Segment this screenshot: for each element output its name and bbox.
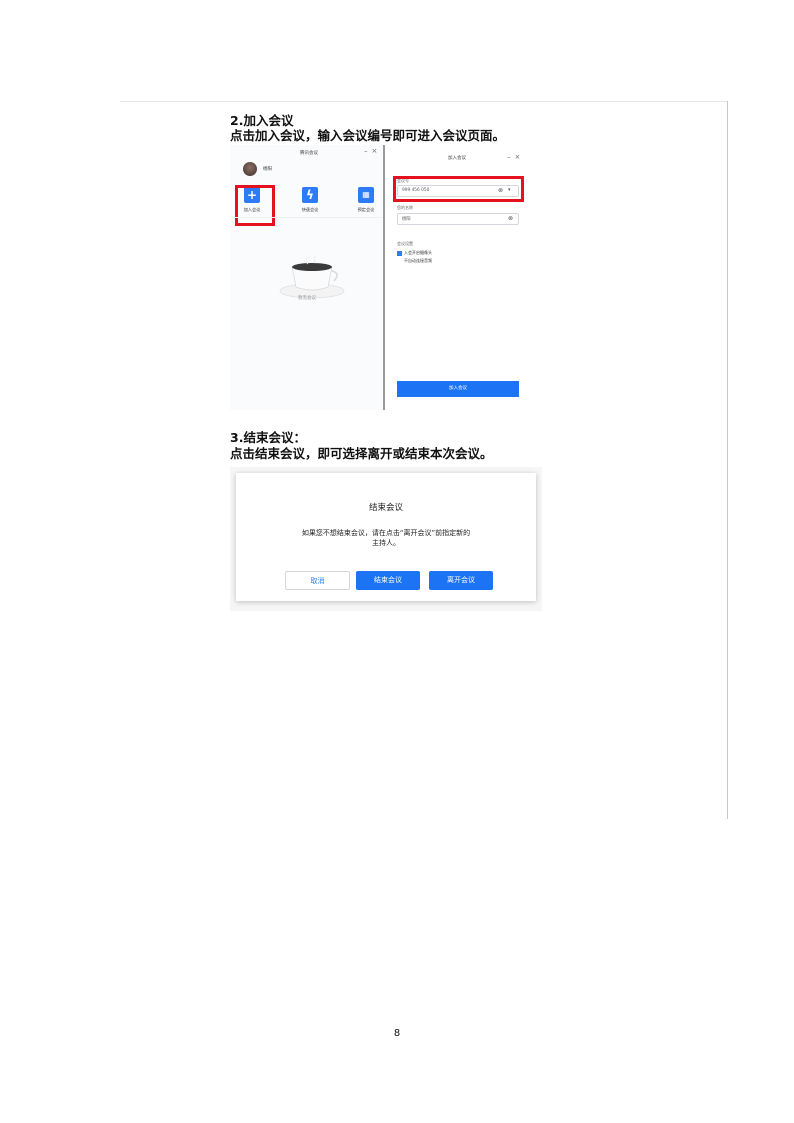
- clear-icon[interactable]: ⊗: [508, 215, 515, 222]
- dialog-title: 结束会议: [368, 503, 403, 513]
- user-name: 杨阳: [263, 167, 272, 172]
- dialog-message: 如果您不想结束会议，请在点击“离开会议”前指定新的 主持人。: [236, 528, 536, 548]
- section3-instruction: 点击结束会议，即可选择离开或结束本次会议。: [230, 446, 493, 461]
- main-window: 腾讯会议 –× 杨阳 + 加入会议 ϟ 快速会议 ▦ 预定会议 暂无会议: [230, 145, 385, 410]
- join-window-controls[interactable]: –×: [507, 153, 524, 161]
- schedule-meeting-action[interactable]: ▦ 预定会议: [354, 187, 378, 213]
- section2-heading: 2.加入会议: [230, 113, 294, 128]
- lightning-icon: ϟ: [302, 187, 318, 203]
- leave-meeting-button[interactable]: 离开会议: [429, 571, 493, 590]
- coffee-cup-icon: [279, 255, 345, 299]
- main-window-title: 腾讯会议: [300, 151, 318, 156]
- checkbox-checked[interactable]: [397, 250, 402, 256]
- end-meeting-dialog: 结束会议 如果您不想结束会议，请在点击“离开会议”前指定新的 主持人。 取消 结…: [236, 473, 536, 601]
- quick-meeting-action[interactable]: ϟ 快速会议: [298, 187, 322, 213]
- avatar[interactable]: [243, 162, 257, 176]
- camera-option[interactable]: 入会开启摄像头: [397, 250, 432, 256]
- page-top-rule: [120, 101, 728, 102]
- cancel-button[interactable]: 取消: [285, 571, 350, 590]
- dialog-message-line1: 如果您不想结束会议，请在点击“离开会议”前指定新的: [301, 529, 471, 537]
- calendar-icon: ▦: [358, 187, 374, 203]
- name-value: 杨阳: [402, 217, 411, 222]
- quick-meeting-action-label: 快速会议: [301, 207, 319, 212]
- join-window-title: 加入会议: [448, 156, 466, 161]
- camera-option-label: 入会开启摄像头: [404, 250, 432, 255]
- dialog-message-line2: 主持人。: [372, 539, 400, 547]
- audio-option-label: 不自动连接音频: [404, 258, 432, 263]
- end-meeting-screenshot: 结束会议 如果您不想结束会议，请在点击“离开会议”前指定新的 主持人。 取消 结…: [230, 467, 542, 611]
- empty-state-label: 暂无会议: [298, 296, 316, 301]
- section2-instruction: 点击加入会议，输入会议编号即可进入会议页面。: [230, 128, 506, 143]
- join-meeting-screenshot: 腾讯会议 –× 杨阳 + 加入会议 ϟ 快速会议 ▦ 预定会议 暂无会议 加入会…: [230, 145, 528, 410]
- audio-option[interactable]: 不自动连接音频: [404, 258, 432, 264]
- page-right-rule: [727, 101, 728, 819]
- meeting-id-highlight: [393, 176, 524, 202]
- settings-label: 会议设置: [397, 241, 413, 246]
- join-meeting-button[interactable]: 加入会议: [397, 381, 519, 397]
- section3-heading: 3.结束会议：: [230, 430, 306, 445]
- window-controls[interactable]: –×: [364, 147, 381, 155]
- schedule-meeting-action-label: 预定会议: [357, 207, 375, 212]
- end-meeting-button[interactable]: 结束会议: [356, 571, 420, 590]
- page-number: 8: [393, 1028, 401, 1039]
- divider: [230, 217, 383, 218]
- name-label: 您的名称: [397, 205, 413, 210]
- name-field[interactable]: 杨阳 ⊗: [397, 213, 519, 225]
- join-action-highlight: [235, 185, 275, 226]
- join-meeting-window: 加入会议 –× 会议号 999 456 050 ⊗ ▾ 您的名称 杨阳 ⊗ 会议…: [387, 145, 528, 410]
